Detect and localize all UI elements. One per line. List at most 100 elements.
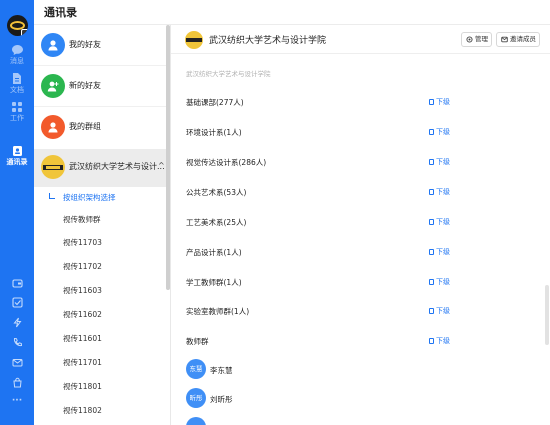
hierarchy-icon — [429, 159, 434, 165]
contacts-icon — [12, 146, 22, 156]
tree-item[interactable]: 视传11701 — [34, 352, 170, 374]
bag-icon — [12, 377, 22, 388]
group-icon — [41, 115, 65, 139]
rail-label-messages: 消息 — [10, 57, 24, 65]
rail-item-contacts[interactable]: 通讯录 — [0, 145, 34, 167]
collapse-caret-icon[interactable]: ^ — [158, 161, 165, 170]
member-row[interactable]: 昕彤 刘昕彤 — [186, 388, 386, 412]
department-row[interactable]: 实验室教师群(1人) 下级 — [171, 297, 550, 327]
contacts-nav-panel: 我的好友 新的好友 我的群组 武汉纺织大学艺术与设计... ^ 按组织架构选择 … — [34, 25, 170, 425]
tree-item-label: 视传教师群 — [63, 215, 101, 224]
breadcrumb[interactable]: 武汉纺织大学艺术与设计学院 — [186, 68, 271, 78]
left-rail: 消息 文档 工作 通讯录 ··· — [0, 0, 34, 425]
hierarchy-icon — [429, 129, 434, 135]
rail-item-docs[interactable]: 文档 — [0, 72, 34, 95]
department-name: 环境设计系(1人) — [186, 128, 242, 137]
tree-item-label: 视传11701 — [63, 358, 102, 367]
department-name: 基础课部(277人) — [186, 98, 244, 107]
rail-item-work[interactable]: 工作 — [0, 101, 34, 123]
tree-item[interactable]: 视传11603 — [34, 280, 170, 302]
tree-item[interactable]: 视传11601 — [34, 328, 170, 350]
department-row[interactable]: 学工教师群(1人) 下级 — [171, 268, 550, 298]
user-avatar[interactable] — [7, 15, 28, 36]
nav-item-friends[interactable]: 我的好友 — [34, 27, 170, 67]
org-name: 武汉纺织大学艺术与设计... — [69, 162, 165, 171]
tree-item-label: 视传11702 — [63, 262, 102, 271]
sub-level-label: 下级 — [436, 98, 450, 106]
add-friend-icon — [41, 74, 65, 98]
invite-members-button[interactable]: 邀请成员 — [496, 32, 540, 47]
rail-item-messages[interactable]: 消息 — [0, 44, 34, 66]
nav-item-new-friends[interactable]: 新的好友 — [34, 68, 170, 108]
tree-item[interactable]: 视传11602 — [34, 304, 170, 326]
hierarchy-icon — [429, 189, 434, 195]
teacher-group-row[interactable]: 下级 — [171, 327, 550, 349]
department-row[interactable]: 环境设计系(1人) 下级 — [171, 118, 550, 148]
nav-label-new-friends: 新的好友 — [69, 81, 101, 90]
tree-item-label: 视传11801 — [63, 382, 102, 391]
org-detail-panel: 武汉纺织大学艺术与设计学院 管理 邀请成员 武汉纺织大学艺术与设计学院 基础课部… — [171, 25, 550, 425]
department-name: 公共艺术系(53人) — [186, 188, 247, 197]
department-row[interactable]: 工艺美术系(25人) 下级 — [171, 208, 550, 238]
sub-level-label: 下级 — [436, 128, 450, 136]
nav-label-groups: 我的群组 — [69, 122, 101, 131]
member-row[interactable] — [186, 417, 386, 425]
member-row[interactable]: 东慧 李东慧 — [186, 359, 386, 383]
department-row[interactable]: 视觉传达设计系(286人) 下级 — [171, 148, 550, 178]
tree-item[interactable]: 视传11801 — [34, 376, 170, 398]
tree-item-label: 视传11603 — [63, 286, 102, 295]
avatar: 东慧 — [186, 359, 206, 379]
mail-icon — [12, 359, 22, 367]
nav-item-organization[interactable]: 武汉纺织大学艺术与设计... ^ — [34, 149, 170, 187]
detail-scrollbar[interactable] — [545, 285, 549, 345]
tasks-button[interactable] — [0, 297, 34, 308]
sub-level-label: 下级 — [436, 278, 450, 286]
sub-level-link[interactable]: 下级 — [429, 336, 450, 346]
org-logo — [185, 31, 203, 49]
department-row[interactable]: 基础课部(277人) 下级 — [171, 88, 550, 118]
invite-icon — [501, 36, 508, 42]
wallet-button[interactable] — [0, 278, 34, 289]
tree-item-label: 视传11601 — [63, 334, 102, 343]
wallet-icon — [11, 279, 23, 288]
sub-level-label: 下级 — [436, 158, 450, 166]
more-icon[interactable]: ··· — [0, 396, 34, 406]
flash-button[interactable] — [0, 317, 34, 328]
invite-label: 邀请成员 — [510, 35, 536, 43]
sub-level-link[interactable]: 下级 — [429, 127, 450, 137]
sub-level-link[interactable]: 下级 — [429, 97, 450, 107]
phone-button[interactable] — [0, 337, 34, 348]
lightning-icon — [12, 317, 21, 328]
bag-button[interactable] — [0, 377, 34, 388]
tree-item-by-structure[interactable]: 按组织架构选择 — [34, 187, 170, 209]
org-title: 武汉纺织大学艺术与设计学院 — [209, 36, 327, 46]
sub-level-link[interactable]: 下级 — [429, 277, 450, 287]
tree-item[interactable]: 视传11802 — [34, 400, 170, 422]
tree-item-label: 视传11703 — [63, 238, 102, 247]
tree-item-label: 按组织架构选择 — [63, 193, 116, 202]
sub-level-label: 下级 — [436, 248, 450, 256]
avatar — [186, 417, 206, 425]
sub-level-link[interactable]: 下级 — [429, 306, 450, 316]
sub-level-label: 下级 — [436, 188, 450, 196]
document-icon — [13, 73, 21, 84]
department-row[interactable]: 产品设计系(1人) 下级 — [171, 238, 550, 268]
sub-level-link[interactable]: 下级 — [429, 247, 450, 257]
tree-item[interactable]: 视传教师群 — [34, 209, 170, 231]
tree-item[interactable]: 视传11702 — [34, 256, 170, 278]
sub-level-link[interactable]: 下级 — [429, 187, 450, 197]
sub-level-link[interactable]: 下级 — [429, 157, 450, 167]
sub-level-link[interactable]: 下级 — [429, 217, 450, 227]
department-row[interactable]: 公共艺术系(53人) 下级 — [171, 178, 550, 208]
tree-item-label: 视传11602 — [63, 310, 102, 319]
member-name: 刘昕彤 — [210, 395, 233, 404]
tree-item[interactable]: 视传11703 — [34, 232, 170, 254]
sub-level-label: 下级 — [436, 307, 450, 315]
manage-button[interactable]: 管理 — [461, 32, 492, 47]
mail-button[interactable] — [0, 357, 34, 368]
hierarchy-icon — [429, 99, 434, 105]
gear-icon — [466, 35, 473, 43]
nav-item-groups[interactable]: 我的群组 — [34, 109, 170, 149]
friends-icon — [41, 33, 65, 57]
tree-item-label: 视传11802 — [63, 406, 102, 415]
